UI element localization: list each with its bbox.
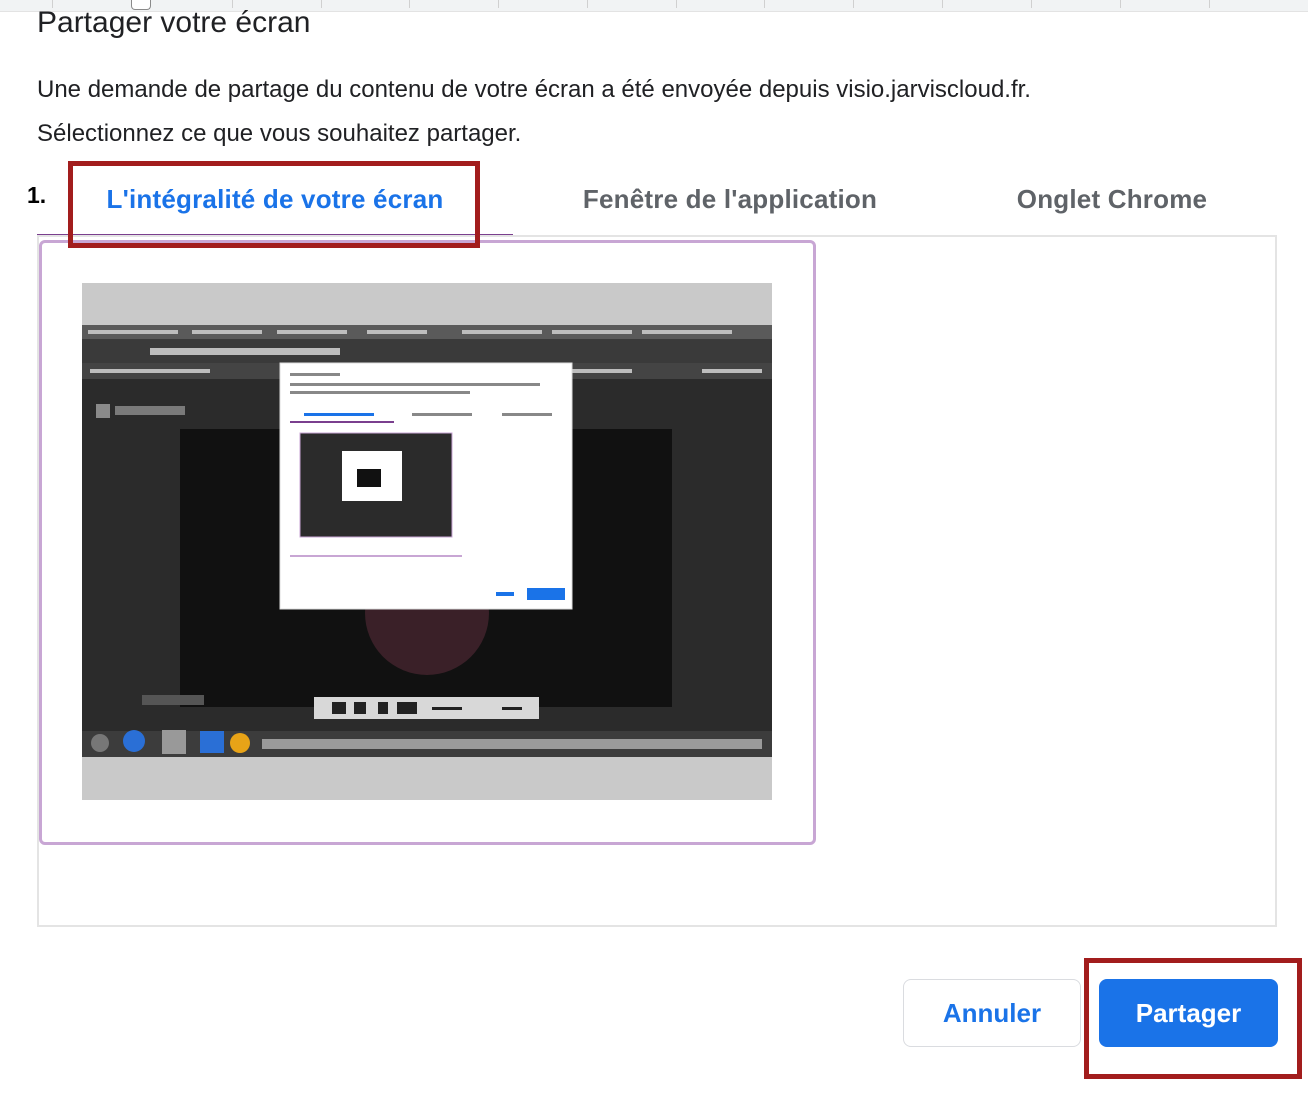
cancel-button[interactable]: Annuler: [903, 979, 1081, 1047]
screen-thumbnail: [82, 283, 772, 800]
step-label: 1.: [27, 182, 47, 208]
share-button[interactable]: Partager: [1099, 979, 1278, 1047]
source-tabs: L'intégralité de votre écran Fenêtre de …: [37, 160, 1277, 238]
tab-application-window[interactable]: Fenêtre de l'application: [513, 160, 947, 238]
description-line-1: Une demande de partage du contenu de vot…: [37, 76, 1031, 103]
dialog-title: Partager votre écran: [37, 6, 311, 39]
tab-chrome-tab[interactable]: Onglet Chrome: [947, 160, 1277, 238]
tab-entire-screen[interactable]: L'intégralité de votre écran: [37, 160, 513, 238]
description-line-2: Sélectionnez ce que vous souhaitez parta…: [37, 120, 522, 147]
dialog-description: Une demande de partage du contenu de vot…: [37, 68, 1277, 156]
screen-share-dialog: Partager votre écran Une demande de part…: [0, 0, 1308, 1100]
screen-preview-image: [82, 283, 772, 800]
